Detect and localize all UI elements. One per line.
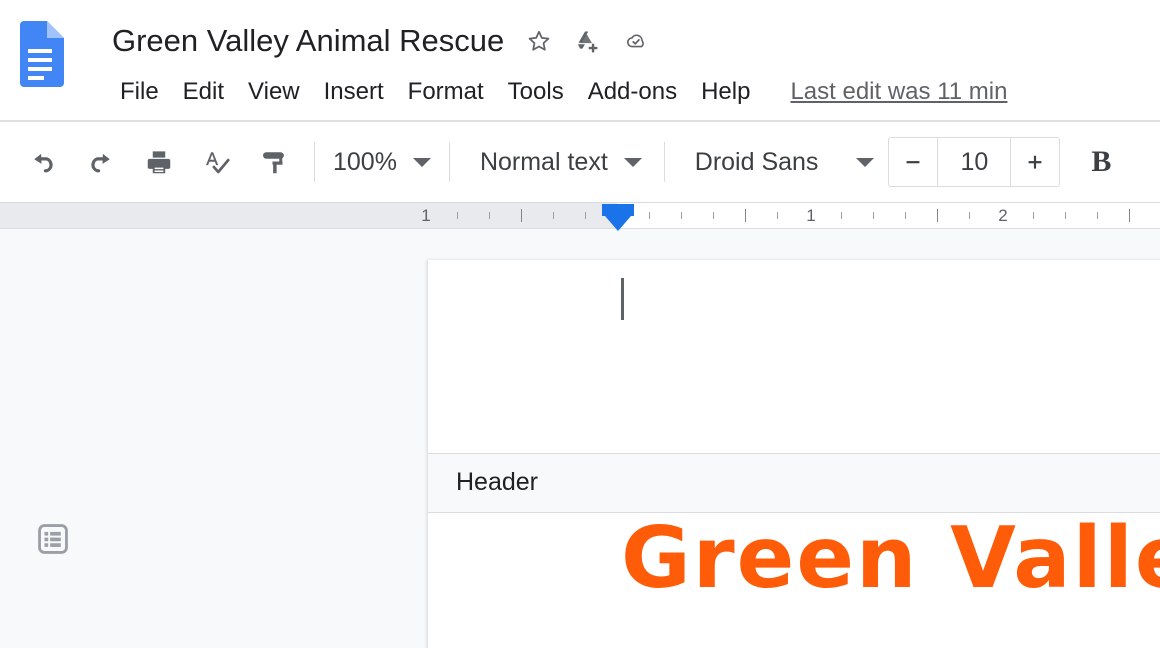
star-icon[interactable]: [526, 28, 552, 54]
ruler-number: 2: [998, 206, 1008, 225]
ruler-number: 1: [421, 206, 431, 225]
redo-icon[interactable]: [78, 139, 124, 185]
menu-item-file[interactable]: File: [108, 74, 171, 110]
ruler-tick-major: [745, 209, 746, 222]
header-section-label: Header: [456, 468, 538, 496]
header-org-name-text: Green Valley: [621, 513, 1160, 608]
ruler-tick: [905, 212, 906, 219]
cloud-saved-icon[interactable]: [622, 28, 648, 54]
ruler-tick: [969, 212, 970, 219]
ruler-tick: [489, 212, 490, 219]
ruler[interactable]: 1 1 2: [0, 202, 1160, 231]
last-edit-link[interactable]: Last edit was 11 min: [790, 78, 1007, 106]
move-to-drive-icon[interactable]: [574, 28, 600, 54]
ruler-tick: [841, 212, 842, 219]
print-icon[interactable]: [136, 139, 182, 185]
document-canvas: Header Green Valley: [0, 229, 1160, 648]
text-caret: [621, 278, 624, 320]
ruler-tick: [1097, 212, 1098, 219]
decrease-font-size-button[interactable]: [889, 138, 937, 186]
left-indent-marker[interactable]: [602, 204, 634, 236]
spellcheck-icon[interactable]: [194, 139, 240, 185]
formatting-toolbar: 100% Normal text Droid Sans B: [0, 122, 1160, 202]
menu-item-edit[interactable]: Edit: [171, 74, 236, 110]
ruler-tick: [649, 212, 650, 219]
font-size-stepper: [888, 137, 1061, 187]
toolbar-divider-1: [314, 142, 315, 182]
menu-item-insert[interactable]: Insert: [312, 74, 396, 110]
ruler-tick: [713, 212, 714, 219]
menu-bar: File Edit View Insert Format Tools Add-o…: [108, 74, 1007, 110]
undo-icon[interactable]: [20, 139, 66, 185]
increase-font-size-button[interactable]: [1011, 138, 1059, 186]
top-bar: Green Valley Animal Rescue File Edit Vie…: [0, 0, 1160, 122]
ruler-tick: [777, 212, 778, 219]
indent-triangle: [605, 216, 631, 231]
menu-item-help[interactable]: Help: [689, 74, 762, 110]
ruler-tick: [1065, 212, 1066, 219]
ruler-tick-major: [521, 209, 522, 222]
ruler-tick: [1033, 212, 1034, 219]
document-page[interactable]: Header Green Valley: [428, 260, 1160, 648]
menu-item-view[interactable]: View: [236, 74, 312, 110]
ruler-tick-major: [1129, 209, 1130, 222]
header-section-band[interactable]: Header: [428, 453, 1160, 513]
ruler-tick: [585, 212, 586, 219]
header-content-area[interactable]: Green Valley: [428, 513, 1160, 648]
toolbar-divider-3: [663, 142, 665, 182]
bold-button[interactable]: B: [1078, 139, 1124, 185]
ruler-number: 1: [806, 206, 816, 225]
chevron-down-icon: [623, 157, 642, 167]
ruler-content-area: [617, 203, 1160, 228]
page-title[interactable]: Green Valley Animal Rescue: [112, 21, 504, 61]
paragraph-style-dropdown[interactable]: Normal text: [472, 139, 650, 185]
zoom-value: 100%: [333, 147, 397, 176]
ruler-tick: [873, 212, 874, 219]
chevron-down-icon: [856, 157, 875, 167]
font-family-dropdown[interactable]: Droid Sans: [687, 139, 883, 185]
google-docs-icon[interactable]: [16, 21, 64, 87]
ruler-tick-major: [937, 209, 938, 222]
chevron-down-icon: [412, 157, 431, 167]
paint-format-icon[interactable]: [252, 139, 298, 185]
title-row: Green Valley Animal Rescue: [112, 18, 648, 64]
menu-item-tools[interactable]: Tools: [496, 74, 576, 110]
font-family-value: Droid Sans: [694, 147, 819, 176]
document-outline-icon[interactable]: [36, 522, 70, 556]
zoom-dropdown[interactable]: 100%: [325, 139, 439, 185]
menu-item-format[interactable]: Format: [396, 74, 496, 110]
ruler-tick: [553, 212, 554, 219]
toolbar-divider-2: [448, 142, 450, 182]
font-size-input[interactable]: [938, 147, 1011, 177]
ruler-tick: [681, 212, 682, 219]
indent-bar: [602, 204, 634, 216]
paragraph-style-value: Normal text: [479, 147, 608, 176]
menu-item-add-ons[interactable]: Add-ons: [576, 74, 689, 110]
ruler-tick: [457, 212, 458, 219]
